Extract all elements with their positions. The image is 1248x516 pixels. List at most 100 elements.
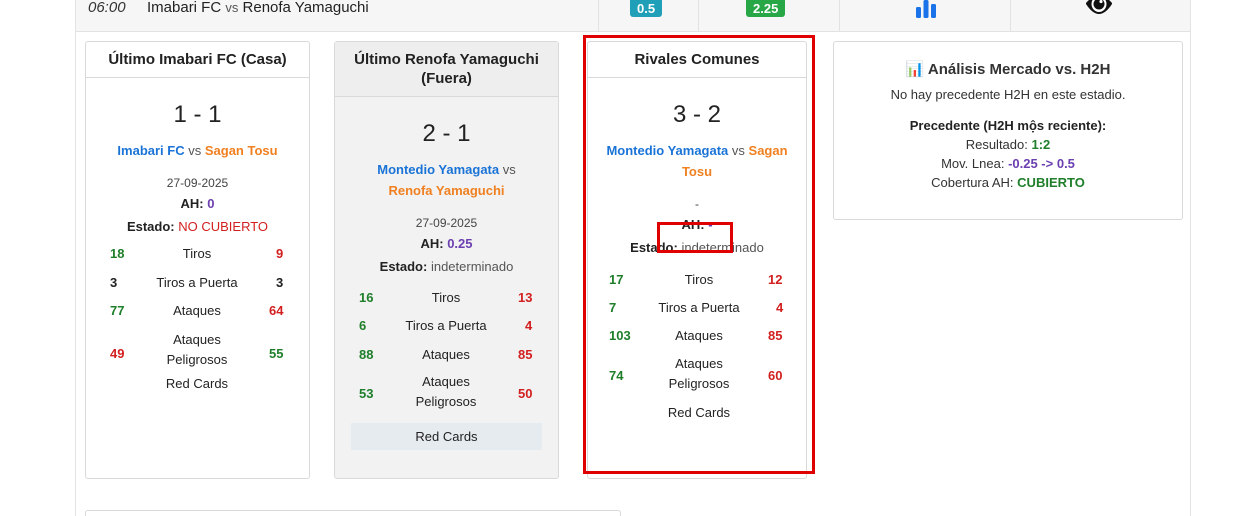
stat-row: Red Cards [86, 376, 309, 398]
common-rivals-highlight [583, 35, 815, 474]
stat-left-value: 16 [359, 290, 374, 305]
stat-left-value: 6 [359, 318, 367, 333]
estado: Estado: indeterminado [335, 259, 558, 274]
stats-table: 16 Tiros 13 6 Tiros a Puerta 4 88 Ataque… [335, 290, 558, 450]
estado: Estado: NO CUBIERTO [86, 219, 309, 234]
home-team-link[interactable]: Montedio Yamagata [377, 162, 499, 177]
stat-label: Ataques [422, 347, 470, 362]
ah-coverage-value: CUBIERTO [1017, 175, 1085, 190]
stat-row: 18 Tiros 9 [86, 246, 309, 275]
stat-left-value: 3 [110, 275, 118, 290]
next-card-edge [85, 510, 621, 516]
ah-value: 0 [207, 196, 215, 211]
stat-label: Red Cards [165, 376, 229, 391]
ah-highlight [657, 222, 733, 253]
match-score: 1 - 1 [173, 101, 222, 128]
match-vs: vs [225, 0, 239, 15]
card-title: Último Renofa Yamaguchi (Fuera) [335, 42, 558, 97]
column-divider [698, 0, 699, 32]
stat-row: 3 Tiros a Puerta 3 [86, 275, 309, 303]
match-teams: Imabari FC vs Renofa Yamaguchi [147, 0, 369, 16]
stat-label: Tiros a Puerta [405, 318, 487, 333]
ah-line-badge: 0.5 [630, 0, 663, 17]
stat-right-value: 85 [518, 347, 533, 362]
stats-table: 18 Tiros 9 3 Tiros a Puerta 3 77 Ataques… [86, 246, 309, 398]
estado-label: Estado: [126, 219, 175, 234]
line-movement-label: Mov. Lnea: [941, 156, 1005, 171]
stat-right-value: 50 [518, 386, 533, 401]
estado-value: NO CUBIERTO [178, 219, 269, 234]
line-movement: Mov. Lnea: -0.25 -> 0.5 [834, 156, 1182, 171]
ah-line: AH: 0.25 [335, 236, 558, 251]
ah-coverage: Cobertura AH: CUBIERTO [834, 175, 1182, 190]
result-label: Resultado: [965, 137, 1028, 152]
chart-emoji-icon: 📊 [905, 61, 925, 78]
match-row[interactable]: 06:00 Imabari FC vs Renofa Yamaguchi 0.5… [76, 0, 1190, 32]
vs-text: vs [502, 162, 516, 177]
stat-row: 6 Tiros a Puerta 4 [335, 318, 558, 347]
market-analysis-card: 📊 Análisis Mercado vs. H2H No hay preced… [833, 41, 1183, 220]
stat-row: 16 Tiros 13 [335, 290, 558, 318]
estado-value: indeterminado [430, 259, 514, 274]
estado-label: Estado: [379, 259, 428, 274]
stat-label: Tiros a Puerta [156, 275, 238, 290]
home-team-link[interactable]: Imabari FC [117, 143, 184, 158]
stat-label: Ataques Peligrosos [166, 332, 228, 367]
match-teams: Montedio Yamagata vs Renofa Yamaguchi [335, 159, 558, 201]
ah-line: AH: 0 [86, 196, 309, 211]
result-value: 1:2 [1031, 137, 1051, 152]
match-home-team: Imabari FC [147, 0, 222, 16]
stat-label: Ataques [173, 303, 221, 318]
page: 06:00 Imabari FC vs Renofa Yamaguchi 0.5… [0, 0, 1248, 516]
stat-left-value: 88 [359, 347, 374, 362]
stat-right-value: 13 [518, 290, 533, 305]
stat-label: Ataques Peligrosos [415, 374, 477, 409]
result-line: Resultado: 1:2 [834, 137, 1182, 152]
stat-row: 53 Ataques Peligrosos 50 [335, 367, 558, 423]
bar-chart-icon[interactable] [915, 0, 937, 18]
away-team-link[interactable]: Renofa Yamaguchi [388, 183, 504, 198]
match-date: 27-09-2025 [166, 176, 229, 190]
no-precedent-text: No hay precedente H2H en este estadio. [890, 87, 1126, 102]
stat-row: 77 Ataques 64 [86, 303, 309, 325]
match-score: 2 - 1 [422, 120, 471, 147]
line-movement-value: -0.25 -> 0.5 [1008, 156, 1075, 171]
stat-left-value: 49 [110, 346, 125, 361]
market-title: 📊 Análisis Mercado vs. H2H [834, 60, 1182, 78]
match-away-team: Renofa Yamaguchi [242, 0, 369, 16]
stat-label: Red Cards [415, 429, 478, 444]
column-divider [598, 0, 599, 32]
ah-coverage-label: Cobertura AH: [931, 175, 1014, 190]
stat-row: 88 Ataques 85 [335, 347, 558, 367]
goal-line-badge: 2.25 [746, 0, 786, 17]
ah-label: AH: [420, 236, 444, 251]
stat-right-value: 55 [269, 346, 284, 361]
ah-label: AH: [180, 196, 204, 211]
stat-row: Red Cards [351, 423, 542, 450]
stat-left-value: 77 [110, 303, 125, 318]
home-last-match-card: Último Imabari FC (Casa) 1 - 1 Imabari F… [85, 41, 310, 479]
column-divider [1010, 0, 1011, 32]
stat-label: Tiros [182, 246, 212, 261]
eye-icon[interactable] [1085, 0, 1113, 18]
column-divider [839, 0, 840, 32]
match-time: 06:00 [88, 0, 126, 16]
stat-right-value: 64 [269, 303, 284, 318]
precedent-title: Precedente (H2H mộs reciente): [909, 118, 1107, 133]
away-team-link[interactable]: Sagan Tosu [205, 143, 278, 158]
stat-left-value: 18 [110, 246, 125, 261]
vs-text: vs [188, 143, 202, 158]
stat-right-value: 3 [276, 275, 284, 290]
market-title-text: Análisis Mercado vs. H2H [927, 61, 1111, 78]
card-title: Último Imabari FC (Casa) [86, 42, 309, 78]
match-date: 27-09-2025 [415, 216, 478, 230]
away-last-match-card: Último Renofa Yamaguchi (Fuera) 2 - 1 Mo… [334, 41, 559, 479]
match-teams: Imabari FC vs Sagan Tosu [86, 140, 309, 161]
stat-label: Tiros [431, 290, 461, 305]
stat-right-value: 4 [525, 318, 533, 333]
stat-left-value: 53 [359, 386, 374, 401]
stat-right-value: 9 [276, 246, 284, 261]
content-container: 06:00 Imabari FC vs Renofa Yamaguchi 0.5… [75, 0, 1191, 516]
ah-value: 0.25 [447, 236, 473, 251]
stat-row: 49 Ataques Peligrosos 55 [86, 325, 309, 376]
